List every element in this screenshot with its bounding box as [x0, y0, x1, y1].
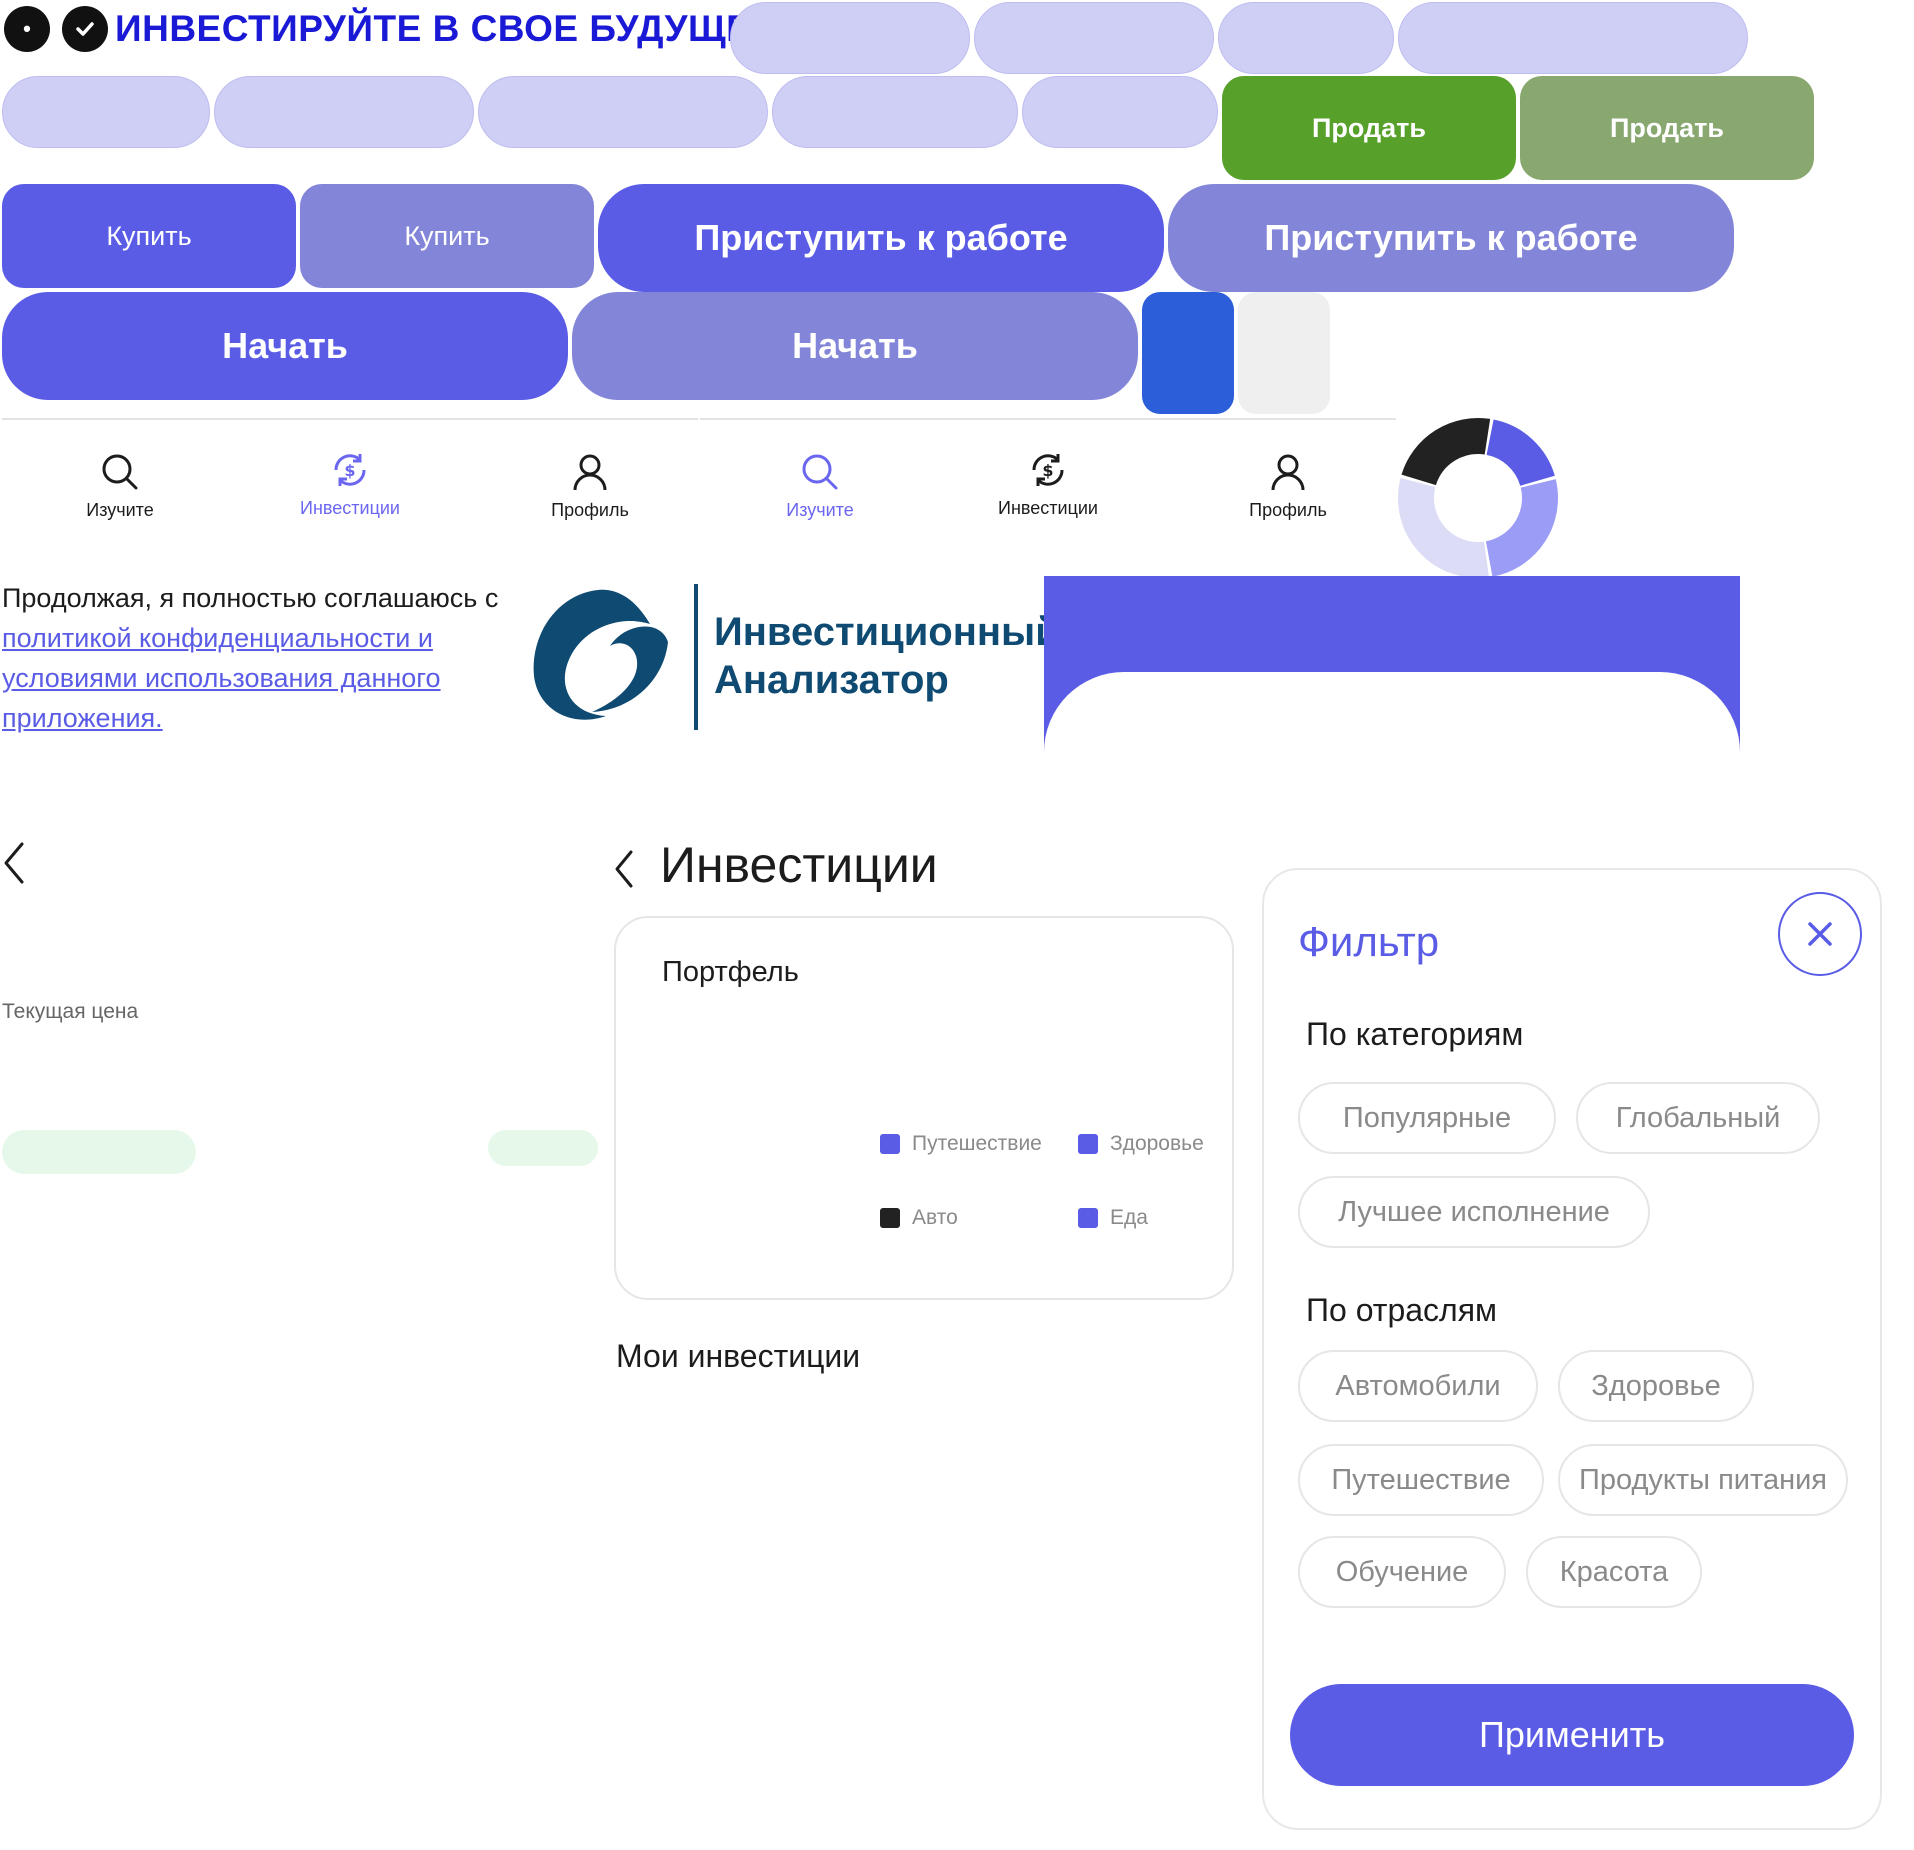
- filter-title: Фильтр: [1298, 918, 1440, 965]
- filter-chip[interactable]: Продукты питания: [1558, 1444, 1848, 1516]
- close-button[interactable]: [1778, 892, 1862, 976]
- legend-label: Здоровье: [1110, 1132, 1204, 1155]
- my-investments-heading: Мои инвестиции: [616, 1338, 861, 1374]
- start-work-button[interactable]: Приступить к работе: [598, 184, 1164, 292]
- nav-label: Инвестиции: [998, 498, 1098, 518]
- placeholder-pill: [1022, 76, 1218, 148]
- sell-button[interactable]: Продать: [1222, 76, 1516, 180]
- nav-item-explore[interactable]: Изучите: [40, 450, 200, 521]
- filter-chip[interactable]: Автомобили: [1298, 1350, 1538, 1422]
- legend-label: Авто: [912, 1206, 958, 1229]
- placeholder-pill: [214, 76, 474, 148]
- donut-segment: [1398, 477, 1489, 578]
- user-icon: [1271, 454, 1305, 491]
- filter-chip[interactable]: Лучшее исполнение: [1298, 1176, 1650, 1248]
- logo-divider: [694, 584, 698, 730]
- placeholder-pill: [2, 76, 210, 148]
- svg-text:$: $: [344, 461, 355, 480]
- check-icon: [62, 6, 108, 52]
- back-button[interactable]: [612, 848, 636, 895]
- filter-panel: Фильтр По категориям Популярные Глобальн…: [1262, 868, 1882, 1830]
- sell-button-disabled[interactable]: Продать: [1520, 76, 1814, 180]
- legend-item: Еда: [1078, 1206, 1148, 1230]
- donut-chart: [1398, 418, 1558, 578]
- nav-label: Изучите: [786, 500, 854, 520]
- donut-segment: [1485, 479, 1558, 577]
- section-title-industries: По отраслям: [1306, 1292, 1498, 1328]
- filter-chip[interactable]: Путешествие: [1298, 1444, 1544, 1516]
- legend-item: Путешествие: [880, 1132, 1042, 1156]
- donut-segment: [1485, 419, 1555, 487]
- legend-swatch: [880, 1208, 900, 1228]
- color-swatch-blue: [1142, 292, 1234, 414]
- logo-text-line1: Инвестиционный: [714, 610, 1060, 654]
- section-title-categories: По категориям: [1306, 1016, 1524, 1052]
- search-icon: [802, 454, 838, 490]
- apply-button[interactable]: Применить: [1290, 1684, 1854, 1786]
- price-change-pill: [488, 1130, 598, 1166]
- dollar-exchange-icon: $: [1032, 454, 1064, 486]
- consent-text: Продолжая, я полностью соглашаюсь с поли…: [2, 578, 522, 738]
- filter-chip[interactable]: Здоровье: [1558, 1350, 1754, 1422]
- page-title: ИНВЕСТИРУЙТЕ В СВОЕ БУДУЩЕЕ: [115, 8, 777, 49]
- portfolio-label: Портфель: [662, 956, 799, 988]
- dollar-exchange-icon: $: [334, 454, 366, 486]
- current-price-label: Текущая цена: [2, 1000, 139, 1023]
- legend-swatch: [1078, 1208, 1098, 1228]
- placeholder-pill: [772, 76, 1018, 148]
- legend-item: Здоровье: [1078, 1132, 1204, 1156]
- nav-label: Изучите: [86, 500, 154, 520]
- nav-item-investments[interactable]: $ Инвестиции: [270, 448, 430, 519]
- begin-button-disabled[interactable]: Начать: [572, 292, 1138, 400]
- nav-label: Профиль: [551, 500, 629, 520]
- consent-prefix: Продолжая, я полностью соглашаюсь с: [2, 583, 499, 613]
- dot-icon: •: [4, 6, 50, 52]
- nav-item-explore[interactable]: Изучите: [740, 450, 900, 521]
- placeholder-pill: [974, 2, 1214, 74]
- begin-button[interactable]: Начать: [2, 292, 568, 400]
- portfolio-card: Портфель Путешествие Здоровье Авто Еда: [614, 916, 1234, 1300]
- svg-text:$: $: [1042, 461, 1053, 480]
- buy-button[interactable]: Купить: [2, 184, 296, 288]
- privacy-policy-link[interactable]: политикой конфиденциальности и условиями…: [2, 623, 441, 733]
- legend-label: Еда: [1110, 1206, 1148, 1229]
- placeholder-pill: [1398, 2, 1748, 74]
- header-background: [1044, 576, 1740, 846]
- donut-segment: [1401, 418, 1491, 486]
- logo-icon: [533, 589, 668, 720]
- nav-item-profile[interactable]: Профиль: [510, 450, 670, 521]
- bottom-navbar-right: Изучите $ Инвестиции Профиль: [700, 418, 1396, 538]
- legend-item: Авто: [880, 1206, 958, 1230]
- bottom-navbar-left: Изучите $ Инвестиции Профиль: [2, 418, 698, 538]
- placeholder-pill: [730, 2, 970, 74]
- filter-chip[interactable]: Обучение: [1298, 1536, 1506, 1608]
- nav-label: Профиль: [1249, 500, 1327, 520]
- start-work-button-disabled[interactable]: Приступить к работе: [1168, 184, 1734, 292]
- filter-chip[interactable]: Глобальный: [1576, 1082, 1820, 1154]
- search-icon: [102, 454, 138, 490]
- placeholder-pill: [1218, 2, 1394, 74]
- placeholder-pill: [478, 76, 768, 148]
- legend-label: Путешествие: [912, 1132, 1042, 1155]
- legend-swatch: [880, 1134, 900, 1154]
- color-swatch-grey: [1238, 292, 1330, 414]
- legend-swatch: [1078, 1134, 1098, 1154]
- price-change-pill: [2, 1130, 196, 1174]
- filter-chip[interactable]: Красота: [1526, 1536, 1702, 1608]
- buy-button-disabled[interactable]: Купить: [300, 184, 594, 288]
- nav-item-profile[interactable]: Профиль: [1208, 450, 1368, 521]
- nav-label: Инвестиции: [300, 498, 400, 518]
- close-icon: [1808, 922, 1832, 946]
- filter-chip[interactable]: Популярные: [1298, 1082, 1556, 1154]
- nav-item-investments[interactable]: $ Инвестиции: [968, 448, 1128, 519]
- back-button[interactable]: [0, 840, 28, 894]
- user-icon: [573, 454, 607, 491]
- logo-text-line2: Анализатор: [714, 658, 949, 702]
- screen-title: Инвестиции: [660, 837, 938, 893]
